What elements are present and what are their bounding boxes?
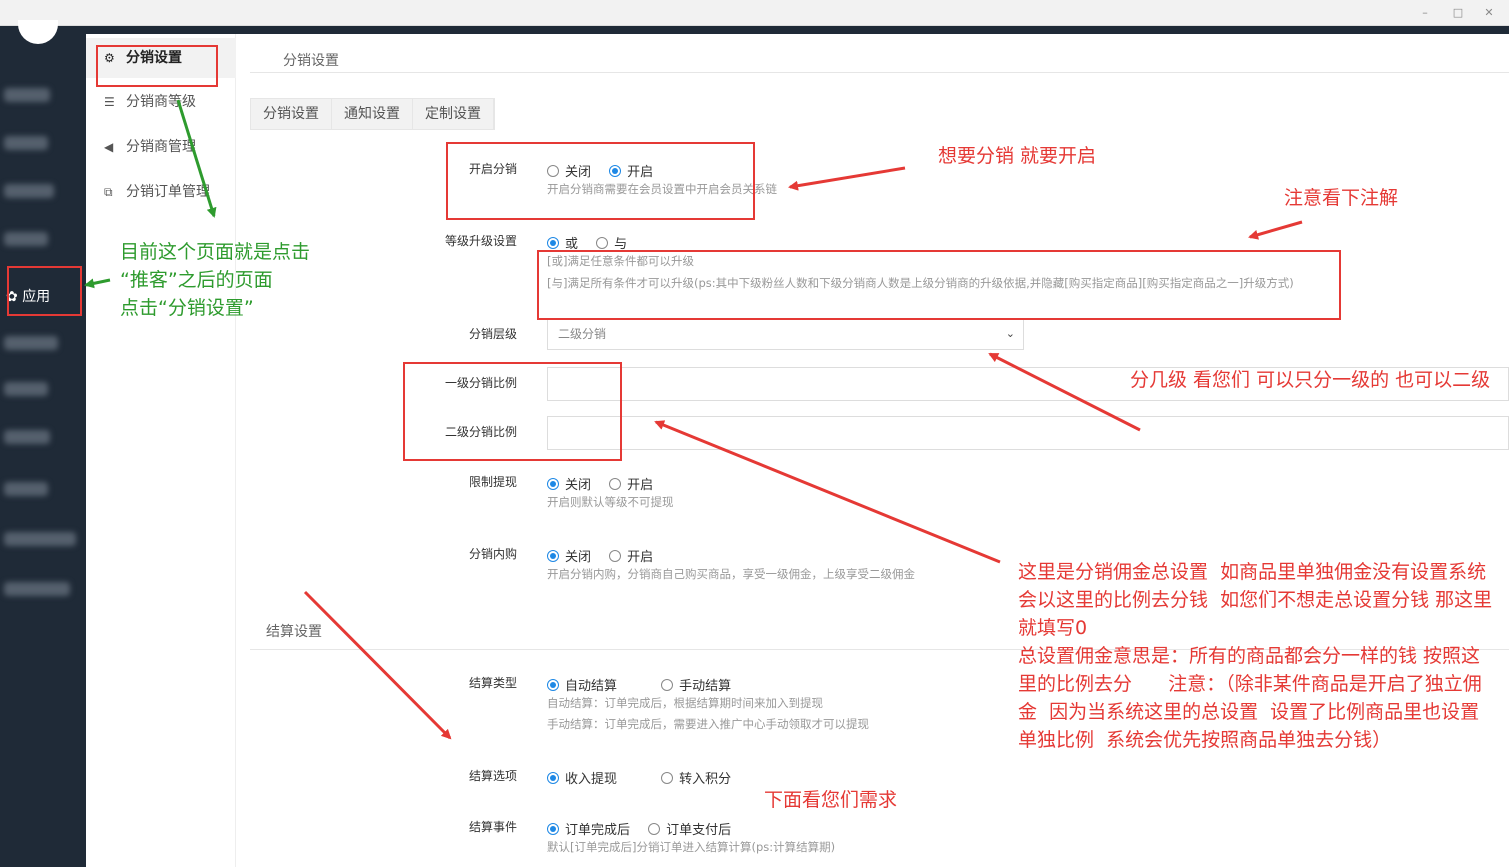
highlight-box (537, 250, 1341, 320)
nav-item-blurred[interactable] (4, 482, 48, 496)
radio-manual[interactable]: 手动结算 (661, 679, 731, 694)
radio-off[interactable]: 关闭 (547, 550, 591, 565)
inner-buy-label: 分销内购 (468, 547, 517, 561)
select-value: 二级分销 (558, 327, 607, 341)
annotation-attention: 注意看下注解 (1284, 187, 1399, 209)
tab-notification[interactable]: 通知设置 (332, 99, 413, 129)
settle-type-hint-manual: 手动结算：订单完成后，需要进入推广中心手动领取才可以提现 (547, 717, 869, 731)
maximize-icon[interactable]: □ (1448, 4, 1468, 22)
subnav-distributor-level[interactable]: ☰ 分销商等级 (86, 82, 236, 122)
settle-section-title: 结算设置 (266, 624, 322, 640)
radio-complete[interactable]: 订单完成后 (547, 823, 630, 838)
radio-circle (547, 679, 559, 691)
limit-withdraw-hint: 开启则默认等级不可提现 (547, 495, 674, 509)
radio-circle (547, 237, 559, 249)
annotation-ratio-note: 这里是分销佣金总设置 如商品里单独佣金没有设置系统会以这里的比例去分钱 如您们不… (1018, 561, 1493, 751)
nav-item-blurred[interactable] (4, 382, 48, 396)
radio-on[interactable]: 开启 (609, 478, 653, 493)
nav-item-blurred[interactable] (4, 232, 48, 246)
sub-nav: ⚙ 分销设置 ☰ 分销商等级 ◀ 分销商管理 ⧉ 分销订单管理 (86, 34, 236, 867)
tab-custom[interactable]: 定制设置 (413, 99, 494, 129)
radio-circle (547, 772, 559, 784)
chevron-down-icon: ⌄ (1005, 327, 1015, 340)
page-title: 分销设置 (283, 53, 339, 69)
highlight-box (96, 45, 218, 87)
inner-buy-radios: 关闭 开启 (547, 546, 667, 565)
logo (18, 20, 58, 44)
nav-item-blurred[interactable] (4, 136, 48, 150)
settle-event-hint: 默认[订单完成后]分销订单进入结算计算(ps:计算结算期) (547, 840, 836, 854)
radio-income[interactable]: 收入提现 (547, 772, 617, 787)
highlight-box (446, 142, 755, 220)
window-titlebar: – □ ✕ (0, 0, 1509, 26)
radio-circle (609, 550, 622, 562)
tab-distribution[interactable]: 分销设置 (251, 99, 332, 129)
inner-buy-hint: 开启分销内购，分销商自己购买商品，享受一级佣金，上级享受二级佣金 (547, 567, 915, 581)
radio-circle (547, 823, 559, 835)
subnav-order-manage[interactable]: ⧉ 分销订单管理 (86, 172, 236, 212)
ratio2-input[interactable] (547, 416, 1509, 450)
copy-icon: ⧉ (104, 185, 113, 199)
settle-type-label: 结算类型 (468, 676, 517, 690)
radio-circle (547, 478, 559, 490)
radio-circle (648, 823, 661, 835)
settle-event-label: 结算事件 (468, 820, 517, 834)
radio-paid[interactable]: 订单支付后 (648, 823, 731, 838)
divider (250, 72, 1509, 73)
radio-circle (609, 478, 622, 490)
nav-item-blurred[interactable] (4, 336, 58, 350)
radio-circle (547, 550, 559, 562)
nav-item-blurred[interactable] (4, 430, 50, 444)
annotation-below-note: 下面看您们需求 (764, 789, 898, 811)
subnav-distributor-manage[interactable]: ◀ 分销商管理 (86, 127, 236, 167)
annotation-level-note: 分几级 看您们 可以只分一级的 也可以二级 (1130, 369, 1491, 391)
subnav-label: 分销商管理 (126, 139, 196, 155)
nav-item-blurred[interactable] (4, 582, 70, 596)
subnav-label: 分销商等级 (126, 94, 196, 110)
tab-bar: 分销设置 通知设置 定制设置 (250, 98, 495, 130)
radio-circle (661, 679, 674, 691)
annotation-open-note: 想要分销 就要开启 (938, 145, 1097, 167)
dist-level-select[interactable]: 二级分销 ⌄ (547, 318, 1024, 350)
sliders-icon: ☰ (104, 95, 115, 109)
dist-level-label: 分销层级 (468, 327, 517, 341)
close-icon[interactable]: ✕ (1479, 4, 1499, 22)
nav-item-blurred[interactable] (4, 532, 76, 546)
nav-item-blurred[interactable] (4, 88, 50, 102)
settle-option-radios: 收入提现 转入积分 (547, 768, 745, 787)
annotation-green-note: 目前这个页面就是点击 “推客”之后的页面 点击“分销设置” (120, 241, 311, 319)
level-upgrade-label: 等级升级设置 (444, 234, 517, 248)
settle-type-radios: 自动结算 手动结算 (547, 675, 745, 694)
radio-circle (596, 237, 609, 249)
settle-option-label: 结算选项 (468, 769, 517, 783)
radio-points[interactable]: 转入积分 (661, 772, 731, 787)
radio-auto[interactable]: 自动结算 (547, 679, 617, 694)
highlight-box (403, 362, 622, 461)
minimize-icon[interactable]: – (1415, 4, 1435, 22)
highlight-box (7, 266, 82, 316)
limit-withdraw-label: 限制提现 (468, 475, 517, 489)
radio-off[interactable]: 关闭 (547, 478, 591, 493)
left-nav: ✿ 应用 (0, 20, 86, 867)
settle-type-hint-auto: 自动结算：订单完成后，根据结算期时间来加入到提现 (547, 696, 823, 710)
settle-event-radios: 订单完成后 订单支付后 (547, 819, 745, 838)
nav-item-blurred[interactable] (4, 184, 54, 198)
subnav-label: 分销订单管理 (126, 184, 210, 200)
radio-circle (661, 772, 674, 784)
limit-withdraw-radios: 关闭 开启 (547, 474, 667, 493)
radio-on[interactable]: 开启 (609, 550, 653, 565)
share-icon: ◀ (104, 140, 114, 154)
top-bar (0, 26, 1509, 34)
